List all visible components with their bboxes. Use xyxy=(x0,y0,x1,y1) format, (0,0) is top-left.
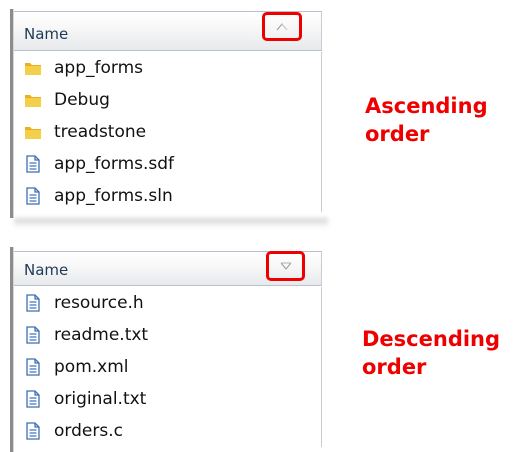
caption-line-1: Descending xyxy=(362,327,501,351)
name-column-header[interactable]: Name xyxy=(14,11,322,51)
sort-indicator-highlight xyxy=(262,12,302,41)
caption-line-2: order xyxy=(365,122,430,146)
item-name: Debug xyxy=(54,90,110,110)
list-item[interactable]: resource.h xyxy=(14,287,322,319)
item-name: pom.xml xyxy=(54,357,129,377)
name-column-label: Name xyxy=(24,261,69,279)
document-icon xyxy=(26,390,40,408)
sort-ascending-icon xyxy=(276,22,288,30)
list-item[interactable]: original.txt xyxy=(14,383,322,415)
caption-line-1: Ascending xyxy=(365,94,488,118)
folder-icon xyxy=(25,127,41,139)
item-name: readme.txt xyxy=(54,325,149,345)
ascending-order-caption: Ascending order xyxy=(365,92,488,148)
list-item[interactable]: orders.c xyxy=(14,415,322,447)
item-name: original.txt xyxy=(54,389,147,409)
document-icon xyxy=(26,422,40,440)
list-item[interactable]: app_forms.sdf xyxy=(14,148,322,180)
document-icon xyxy=(26,358,40,376)
document-icon xyxy=(26,155,40,173)
list-item[interactable]: app_forms.sln xyxy=(14,180,322,212)
list-item[interactable]: pom.xml xyxy=(14,351,322,383)
item-name: resource.h xyxy=(54,293,144,313)
descending-order-caption: Descending order xyxy=(362,325,500,381)
name-column-label: Name xyxy=(24,25,69,43)
list-item[interactable]: treadstone xyxy=(14,116,322,148)
sort-descending-icon xyxy=(280,262,291,270)
file-list-descending: Name resource.h readme.txt pom.xml origi… xyxy=(10,247,322,452)
file-list-ascending: Name app_forms Debug treadstone app_form… xyxy=(10,9,328,228)
folder-icon xyxy=(25,95,41,107)
file-rows: app_forms Debug treadstone app_forms.sdf… xyxy=(14,52,322,212)
item-name: app_forms.sdf xyxy=(54,154,175,174)
list-item[interactable]: app_forms xyxy=(14,52,322,84)
item-name: app_forms.sln xyxy=(54,186,173,206)
document-icon xyxy=(26,326,40,344)
item-name: treadstone xyxy=(54,122,147,142)
item-name: app_forms xyxy=(54,58,143,78)
folder-icon xyxy=(25,63,41,75)
document-icon xyxy=(26,187,40,205)
sort-indicator-highlight xyxy=(266,251,305,281)
name-column-header[interactable]: Name xyxy=(14,251,322,286)
caption-line-2: order xyxy=(362,355,427,379)
panel-shadow xyxy=(14,218,328,228)
list-item[interactable]: readme.txt xyxy=(14,319,322,351)
file-rows: resource.h readme.txt pom.xml original.t… xyxy=(14,287,322,447)
item-name: orders.c xyxy=(54,421,123,441)
document-icon xyxy=(26,294,40,312)
list-item[interactable]: Debug xyxy=(14,84,322,116)
